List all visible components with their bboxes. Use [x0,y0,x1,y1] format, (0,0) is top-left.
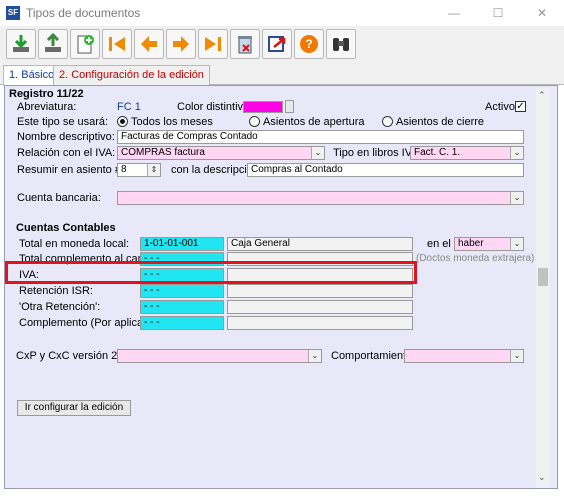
tipo-usara-label: Este tipo se usará: [17,116,109,128]
comportamiento-select[interactable]: ⌄ [404,349,524,363]
otra-retencion-label: 'Otra Retención': [19,301,101,313]
resumir-asiento-stepper[interactable]: 8 ⇕ [117,163,161,177]
en-el-select[interactable]: haber ⌄ [454,237,524,251]
chevron-down-icon: ⌄ [510,238,523,250]
complemento-code-input[interactable]: - - - [140,316,224,330]
en-el-value: haber [458,238,484,249]
otra-retencion-code-input[interactable]: - - - [140,300,224,314]
new-button[interactable] [70,29,100,59]
delete-button[interactable] [230,29,260,59]
color-picker-button[interactable] [285,100,294,113]
resumir-asiento-value: 8 [121,164,127,175]
retencion-isr-name [227,284,413,298]
en-el-label: en el [427,238,451,250]
radio-asientos-cierre-label: Asientos de cierre [396,116,485,128]
previous-button[interactable] [134,29,164,59]
retencion-isr-label: Retención ISR: [19,285,93,297]
descripcion-input[interactable]: Compras al Contado [247,163,524,177]
cuenta-bancaria-select[interactable]: ⌄ [117,191,524,205]
complemento-name [227,316,413,330]
relacion-iva-value: COMPRAS factura [121,147,205,158]
record-indicator: Registro 11/22 [9,88,84,100]
chevron-down-icon: ⌄ [510,147,523,159]
color-distintivo-label: Color distintivo: [177,101,253,113]
new-document-icon [77,35,94,54]
complemento-label: Complemento (Por aplicar): [19,317,154,329]
abreviatura-label: Abreviatura: [17,101,77,113]
comportamiento-label: Comportamiento: [331,350,416,362]
total-moneda-name: Caja General [227,237,413,251]
tipo-libros-iva-value: Fact. C. 1. [414,147,461,158]
radio-asientos-cierre[interactable] [382,116,393,127]
binoculars-search-icon [333,38,349,51]
first-button[interactable] [102,29,132,59]
resumir-asiento-label: Resumir en asiento #: [17,164,124,176]
tipo-libros-iva-select[interactable]: Fact. C. 1. ⌄ [410,146,524,160]
tipo-libros-iva-label: Tipo en libros IVA: [333,147,422,159]
configurar-edicion-button[interactable]: Ir configurar la edición [17,400,131,416]
total-moneda-label: Total en moneda local: [19,238,130,250]
nombre-descriptivo-input[interactable]: Facturas de Compras Contado [117,130,524,144]
upload-arrow-icon [45,33,61,52]
scroll-thumb[interactable] [538,268,548,286]
close-button[interactable]: ✕ [520,0,564,26]
chevron-down-icon: ⌄ [308,350,321,362]
radio-asientos-apertura[interactable] [249,116,260,127]
tab-configuracion-edicion[interactable]: 2. Configuración de la edición [53,65,210,85]
chevron-down-icon: ⌄ [510,192,523,204]
vertical-scrollbar[interactable] [536,88,550,488]
exit-door-icon [268,36,286,52]
total-moneda-code-input[interactable]: 1-01-01-001 [140,237,224,251]
cxp-cxc-label: CxP y CxC versión 2 : [16,350,124,362]
cuenta-bancaria-label: Cuenta bancaria: [17,192,101,204]
next-button[interactable] [166,29,196,59]
scroll-up-icon[interactable]: ⌃ [538,90,546,101]
next-record-icon [173,36,189,52]
upload-button[interactable] [38,29,68,59]
relacion-iva-select[interactable]: COMPRAS factura ⌄ [117,146,325,160]
doctos-moneda-note: (Doctos moneda extrajera) [416,253,535,264]
iva-highlight-box [5,261,417,284]
form-panel: Registro 11/22 Abreviatura: FC 1 Color d… [4,85,558,489]
delete-trash-icon [238,36,252,54]
first-record-icon [109,37,125,51]
search-button[interactable] [326,29,356,59]
cxp-cxc-select[interactable]: ⌄ [117,349,322,363]
download-green-arrow-icon [13,35,29,52]
svg-text:?: ? [305,37,312,51]
app-icon: SF [6,6,20,20]
exit-button[interactable] [262,29,292,59]
last-record-icon [205,37,221,51]
minimize-button[interactable]: — [432,0,476,26]
download-button[interactable] [6,29,36,59]
cuentas-contables-title: Cuentas Contables [16,222,116,234]
color-swatch[interactable] [243,101,283,113]
con-descripcion-label: con la descripción [171,164,260,176]
abreviatura-field[interactable]: FC 1 [117,101,141,113]
radio-asientos-apertura-label: Asientos de apertura [263,116,365,128]
otra-retencion-name [227,300,413,314]
scroll-down-icon[interactable]: ⌄ [538,472,546,483]
radio-todos-meses-label: Todos los meses [131,116,213,128]
chevron-down-icon: ⌄ [311,147,324,159]
relacion-iva-label: Relación con el IVA: [17,147,116,159]
activo-checkbox[interactable]: ✓ [515,101,526,112]
maximize-button[interactable]: ☐ [476,0,520,26]
last-button[interactable] [198,29,228,59]
retencion-isr-code-input[interactable]: - - - [140,284,224,298]
help-icon: ? [300,35,318,53]
radio-todos-meses[interactable] [117,116,128,127]
chevron-down-icon: ⌄ [510,350,523,362]
help-button[interactable]: ? [294,29,324,59]
spin-arrows-icon[interactable]: ⇕ [147,164,160,176]
window-title: Tipos de documentos [26,6,141,20]
previous-record-icon [141,36,157,52]
activo-label: Activo: [485,101,519,113]
nombre-descriptivo-label: Nombre descriptivo: [17,131,115,143]
